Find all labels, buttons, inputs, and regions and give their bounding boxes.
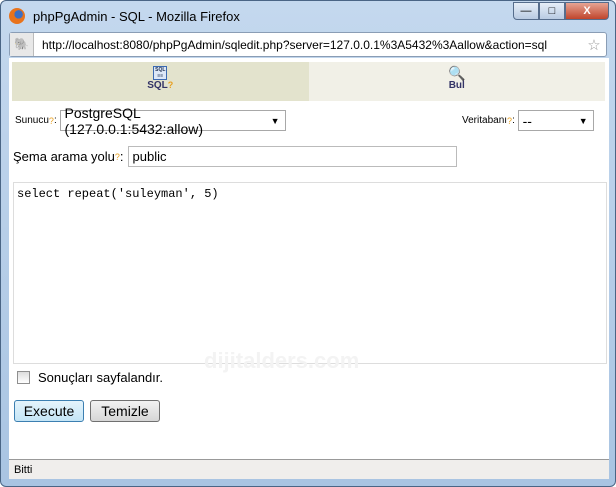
- server-label: Sunucu: [15, 115, 49, 126]
- paginate-checkbox[interactable]: [17, 371, 30, 384]
- minimize-button[interactable]: —: [513, 2, 539, 20]
- database-select[interactable]: -- ▼: [517, 110, 594, 131]
- site-icon: 🐘: [10, 33, 34, 56]
- page-content: SQL ≡≡ SQL? 🔍 Bul Sunucu?: PostgreSQL (127.…: [9, 58, 609, 459]
- clear-button[interactable]: Temizle: [90, 400, 160, 422]
- firefox-icon: [9, 8, 25, 24]
- schema-input[interactable]: public: [127, 146, 457, 167]
- magnifier-icon: 🔍: [448, 65, 466, 81]
- paginate-label: Sonuçları sayfalandır.: [38, 370, 164, 385]
- database-label: Veritabanı: [462, 115, 508, 126]
- help-icon[interactable]: ?: [507, 116, 512, 126]
- bookmark-star-icon[interactable]: ☆: [582, 36, 606, 54]
- url-text[interactable]: http://localhost:8080/phpPgAdmin/sqledit…: [42, 38, 582, 52]
- help-icon[interactable]: ?: [115, 152, 120, 162]
- maximize-button[interactable]: □: [539, 2, 565, 20]
- schema-label: Şema arama yolu: [13, 149, 115, 164]
- server-value: PostgreSQL (127.0.0.1:5432:allow): [64, 104, 204, 137]
- window-title: phpPgAdmin - SQL - Mozilla Firefox: [33, 8, 240, 24]
- close-button[interactable]: X: [565, 2, 609, 20]
- sql-icon: SQL ≡≡: [153, 66, 168, 80]
- browser-window: phpPgAdmin - SQL - Mozilla Firefox — □ X 🐘…: [0, 0, 616, 487]
- tab-find[interactable]: 🔍 Bul: [308, 62, 605, 101]
- title-bar: phpPgAdmin - SQL - Mozilla Firefox: [9, 5, 240, 27]
- server-select[interactable]: PostgreSQL (127.0.0.1:5432:allow) ▼: [59, 105, 286, 137]
- status-bar: Bitti: [9, 459, 609, 479]
- watermark: dijitalders.com: [204, 348, 360, 373]
- sql-textarea[interactable]: select repeat('suleyman', 5): [13, 182, 607, 364]
- tab-label: Bul: [448, 80, 465, 91]
- tab-label: SQL: [147, 80, 168, 91]
- execute-button[interactable]: Execute: [14, 400, 84, 422]
- tab-sql[interactable]: SQL ≡≡ SQL?: [12, 62, 309, 101]
- database-value: --: [522, 112, 532, 129]
- help-icon[interactable]: ?: [49, 116, 54, 126]
- help-icon[interactable]: ?: [168, 80, 174, 90]
- address-bar[interactable]: 🐘 http://localhost:8080/phpPgAdmin/sqledi…: [9, 32, 607, 57]
